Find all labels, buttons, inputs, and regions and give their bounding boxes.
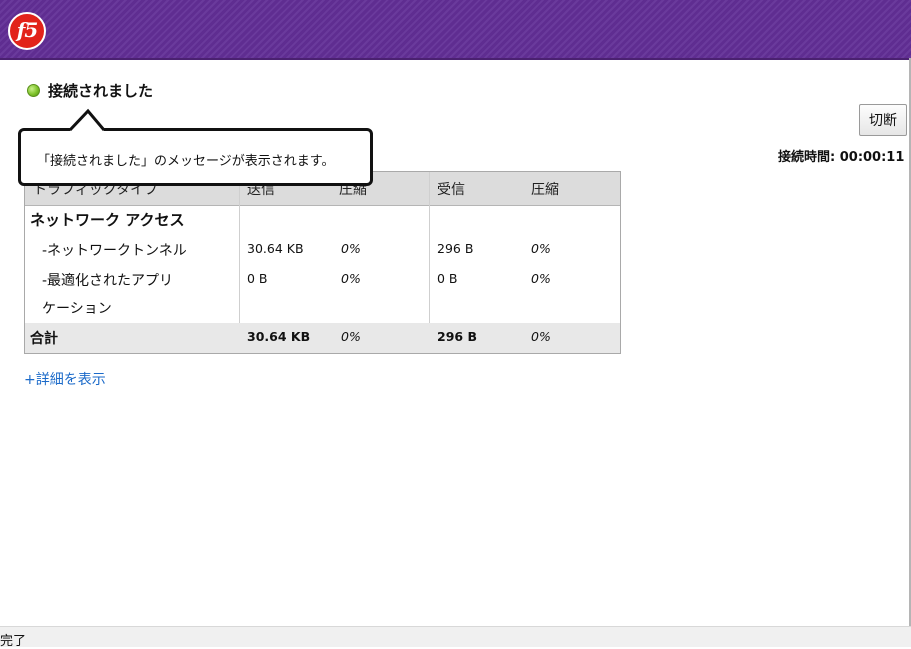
row-sent-compression: 0%	[341, 241, 361, 256]
row-sent: 0 B	[247, 271, 268, 286]
row-sent: 30.64 KB	[247, 241, 304, 256]
connection-status: 接続されました	[27, 80, 153, 101]
row-name-continued: ケーション	[42, 301, 112, 317]
connection-time: 接続時間: 00:00:11	[778, 150, 905, 165]
total-label: 合計	[30, 331, 58, 347]
row-name: -最適化されたアプリ	[42, 273, 174, 289]
row-received-compression: 0%	[531, 241, 551, 256]
status-bar: 完了	[0, 626, 911, 649]
row-received: 296 B	[437, 241, 474, 256]
column-divider	[239, 172, 240, 323]
column-divider	[429, 172, 430, 323]
row-received: 0 B	[437, 271, 458, 286]
col-received-compression: 圧縮	[531, 182, 559, 198]
status-text: 接続されました	[48, 82, 154, 100]
row-name: -ネットワークトンネル	[42, 243, 187, 259]
header-bar: f5	[0, 0, 911, 60]
group-network-access: ネットワーク アクセス	[30, 211, 185, 229]
col-received: 受信	[437, 182, 465, 198]
callout-box: 「接続されました」のメッセージが表示されます。	[18, 128, 373, 186]
total-sent: 30.64 KB	[247, 329, 311, 344]
f5-logo: f5	[8, 12, 46, 50]
total-sent-compression: 0%	[341, 329, 361, 344]
table-total-row: 合計 30.64 KB 0% 296 B 0%	[25, 323, 620, 353]
total-received: 296 B	[437, 329, 477, 344]
callout-text: 「接続されました」のメッセージが表示されます。	[37, 154, 335, 169]
show-details-link[interactable]: +詳細を表示	[24, 369, 106, 389]
status-bar-text: 完了	[0, 634, 27, 649]
row-received-compression: 0%	[531, 271, 551, 286]
disconnect-button[interactable]: 切断	[859, 104, 907, 136]
status-dot-icon	[27, 84, 40, 97]
row-sent-compression: 0%	[341, 271, 361, 286]
total-received-compression: 0%	[531, 329, 551, 344]
traffic-table: トラフィックタイプ 送信 圧縮 受信 圧縮 ネットワーク アクセス -ネットワー…	[24, 171, 621, 354]
